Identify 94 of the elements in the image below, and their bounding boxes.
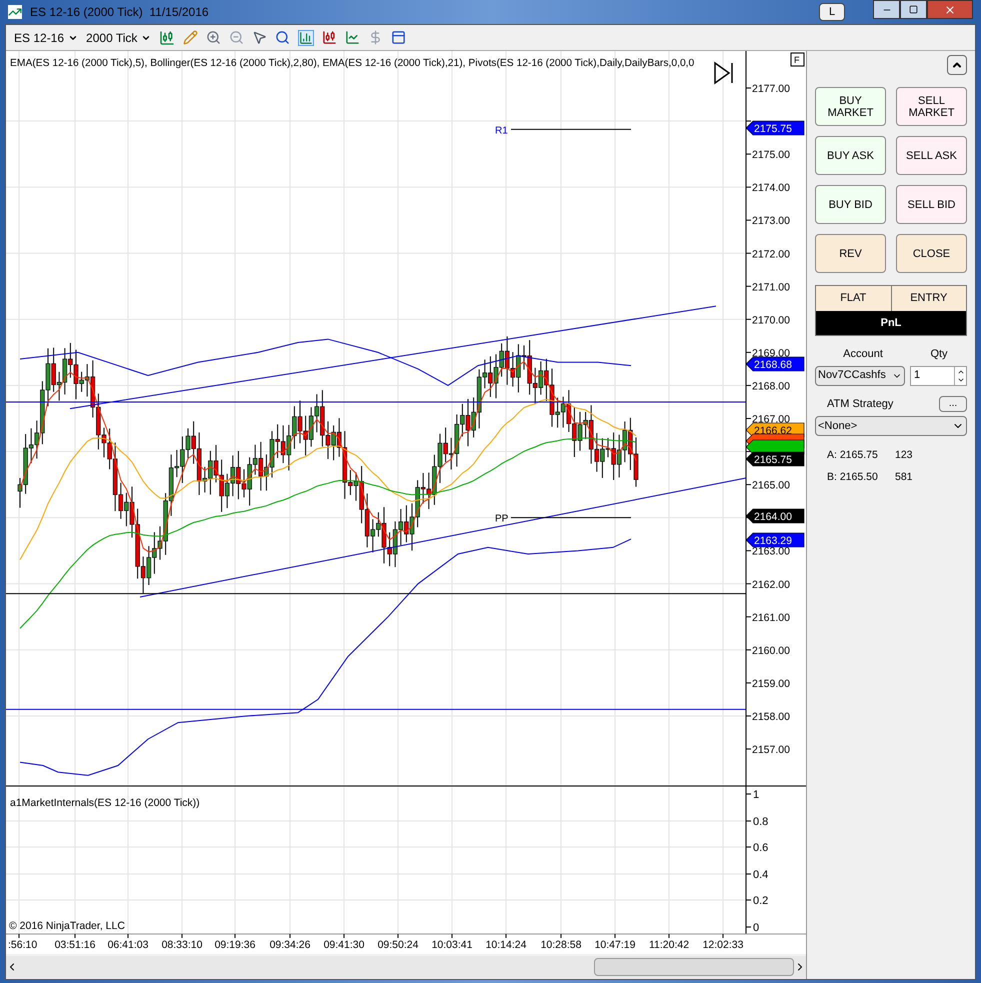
pivot-label: R1 bbox=[495, 125, 508, 136]
account-label: Account bbox=[842, 347, 884, 362]
price-label: 2160.00 bbox=[752, 644, 790, 657]
bar-chart-icon[interactable] bbox=[298, 30, 314, 46]
axis-label: 0.8 bbox=[753, 816, 768, 828]
price-label: 2161.00 bbox=[752, 612, 790, 624]
zoom-in-icon[interactable] bbox=[206, 30, 222, 45]
quote-price: B: 2165.50 bbox=[826, 470, 879, 485]
close-icon bbox=[944, 4, 956, 16]
interval-dropdown[interactable]: 2000 Tick bbox=[86, 28, 152, 46]
candlestick-icon[interactable] bbox=[322, 30, 338, 45]
time-label: 09:34:26 bbox=[270, 939, 310, 951]
f-button-label: F bbox=[794, 55, 800, 65]
time-label: 09:19:36 bbox=[214, 939, 256, 951]
cursor-icon[interactable] bbox=[252, 30, 268, 45]
quote-size: 581 bbox=[895, 470, 913, 485]
search-icon[interactable] bbox=[275, 30, 290, 45]
maximize-icon bbox=[909, 5, 918, 14]
price-tag: 2164.00 bbox=[746, 508, 804, 524]
panel-icon[interactable] bbox=[391, 30, 406, 45]
price-tag: 2168.68 bbox=[746, 356, 804, 372]
copyright-text: © 2016 NinjaTrader, LLC bbox=[9, 920, 125, 932]
time-label: 10:03:41 bbox=[432, 939, 472, 951]
price-label: 2169.00 bbox=[752, 347, 790, 360]
price-tag: 2165.75 bbox=[746, 452, 804, 466]
price-label: 2175.00 bbox=[752, 149, 790, 162]
line-chart-icon[interactable] bbox=[345, 30, 360, 45]
price-label: 2159.00 bbox=[752, 678, 790, 690]
price-label: 2165.00 bbox=[752, 480, 790, 492]
qty-label: Qty bbox=[929, 347, 949, 362]
price-label: 2177.00 bbox=[752, 83, 790, 95]
subpanel-title: a1MarketInternals(ES 12-16 (2000 Tick)) bbox=[10, 797, 200, 809]
time-label: 10:28:58 bbox=[540, 939, 582, 951]
account-dropdown[interactable]: Nov7CCashfs bbox=[815, 366, 905, 386]
order-button[interactable]: REV bbox=[815, 234, 886, 273]
play-end-icon bbox=[714, 62, 733, 84]
price-label: 2170.00 bbox=[752, 314, 790, 326]
price-label: 2174.00 bbox=[752, 182, 790, 194]
time-label: :56:10 bbox=[8, 939, 38, 951]
pnl-display: PnL bbox=[816, 310, 966, 335]
price-label: 2158.00 bbox=[752, 710, 790, 723]
time-label: 08:33:10 bbox=[162, 939, 202, 951]
atm-settings-button[interactable]: ... bbox=[939, 396, 967, 412]
axis-label: 0.6 bbox=[753, 842, 768, 854]
time-label: 09:50:24 bbox=[378, 939, 418, 951]
pivot-label: PP bbox=[495, 514, 508, 525]
order-button[interactable]: BUY BID bbox=[815, 185, 886, 224]
atm-strategy-label: ATM Strategy bbox=[826, 396, 894, 412]
order-button[interactable]: SELL MARKET bbox=[896, 87, 967, 126]
order-button[interactable]: BUY MARKET bbox=[815, 87, 886, 126]
atm-strategy-dropdown[interactable]: <None> bbox=[815, 416, 967, 436]
axis-label: 0.4 bbox=[753, 869, 768, 881]
price-label: 2173.00 bbox=[752, 215, 790, 228]
price-label: 2167.00 bbox=[752, 414, 790, 426]
time-label: 12:02:33 bbox=[702, 939, 744, 951]
price-label: 2172.00 bbox=[752, 248, 790, 260]
axis-label: 1 bbox=[753, 789, 760, 801]
time-label: 09:41:30 bbox=[324, 939, 364, 951]
maximize-button[interactable] bbox=[900, 0, 927, 19]
order-button[interactable]: SELL BID bbox=[896, 185, 967, 224]
pencil-icon[interactable] bbox=[183, 30, 198, 45]
time-label: 10:47:19 bbox=[594, 939, 636, 951]
f-button[interactable] bbox=[790, 52, 804, 66]
qty-field[interactable]: 1 bbox=[910, 366, 967, 386]
account-value: Nov7CCashfs bbox=[818, 368, 887, 384]
time-label: 06:41:03 bbox=[108, 939, 148, 951]
order-button[interactable]: SELL ASK bbox=[896, 136, 967, 175]
candlestick-icon[interactable] bbox=[159, 30, 176, 46]
entry-label: ENTRY bbox=[909, 291, 948, 306]
time-label: 11:20:42 bbox=[648, 939, 690, 951]
app-icon bbox=[8, 5, 22, 19]
time-label: 03:51:16 bbox=[54, 939, 96, 951]
collapse-button[interactable] bbox=[947, 55, 967, 75]
order-button[interactable]: BUY ASK bbox=[815, 136, 886, 175]
price-label: 2157.00 bbox=[752, 744, 790, 756]
axis-label: 0.2 bbox=[753, 895, 768, 907]
axis-label: 0 bbox=[753, 922, 760, 934]
scrollbar-thumb[interactable] bbox=[594, 958, 794, 976]
order-button[interactable]: CLOSE bbox=[896, 234, 967, 273]
indicator-legend: EMA(ES 12-16 (2000 Tick),5), Bollinger(ES 12-16 (2000 Tick),2,80), EMA(ES 12-16 (2000 Tick),21), Pivots(ES 12-16 (2000 Tick),Daily,DailyBars,0,0,0 bbox=[10, 58, 694, 69]
price-tag: 2175.75 bbox=[746, 120, 804, 136]
instrument-dropdown[interactable]: ES 12-16 bbox=[14, 28, 78, 46]
time-label: 10:14:24 bbox=[486, 939, 526, 951]
layout-button[interactable]: L bbox=[819, 3, 845, 21]
price-label: 2168.00 bbox=[752, 380, 790, 392]
close-button[interactable] bbox=[927, 0, 973, 19]
price-tag: 2163.29 bbox=[746, 532, 804, 548]
window-title: ES 12-16 (2000 Tick) 11/15/2016 bbox=[30, 4, 209, 21]
quote-price: A: 2165.75 bbox=[826, 448, 879, 463]
minimize-button[interactable] bbox=[873, 0, 900, 19]
price-label: 2163.00 bbox=[752, 546, 790, 558]
price-label: 2162.00 bbox=[752, 578, 790, 591]
price-label: 2171.00 bbox=[752, 281, 790, 294]
quote-size: 123 bbox=[895, 448, 913, 463]
